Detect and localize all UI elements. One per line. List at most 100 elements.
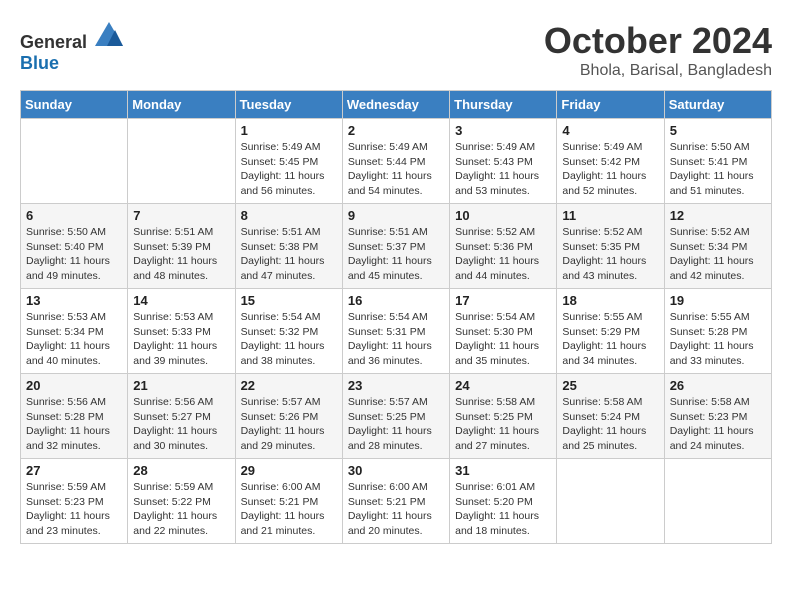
weekday-header-monday: Monday — [128, 91, 235, 119]
day-info: Sunrise: 5:56 AMSunset: 5:28 PMDaylight:… — [26, 395, 122, 454]
day-number: 6 — [26, 208, 122, 223]
calendar-cell: 5 Sunrise: 5:50 AMSunset: 5:41 PMDaylight… — [664, 119, 771, 204]
title-area: October 2024 Bhola, Barisal, Bangladesh — [544, 20, 772, 80]
calendar-cell: 19 Sunrise: 5:55 AMSunset: 5:28 PMDayligh… — [664, 289, 771, 374]
calendar-cell: 20 Sunrise: 5:56 AMSunset: 5:28 PMDayligh… — [21, 374, 128, 459]
day-number: 4 — [562, 123, 658, 138]
calendar-cell: 12 Sunrise: 5:52 AMSunset: 5:34 PMDayligh… — [664, 204, 771, 289]
day-number: 8 — [241, 208, 337, 223]
day-number: 27 — [26, 463, 122, 478]
calendar-week-1: 1 Sunrise: 5:49 AMSunset: 5:45 PMDaylight… — [21, 119, 772, 204]
day-number: 1 — [241, 123, 337, 138]
logo-icon — [95, 20, 123, 48]
page-header: General Blue October 2024 Bhola, Barisal… — [20, 20, 772, 80]
day-info: Sunrise: 5:58 AMSunset: 5:25 PMDaylight:… — [455, 395, 551, 454]
day-number: 16 — [348, 293, 444, 308]
calendar-cell: 26Sunrise: 5:58 AMSunset: 5:23 PMDayligh… — [664, 374, 771, 459]
weekday-header-thursday: Thursday — [450, 91, 557, 119]
weekday-header-sunday: Sunday — [21, 91, 128, 119]
day-number: 20 — [26, 378, 122, 393]
calendar-cell: 6 Sunrise: 5:50 AMSunset: 5:40 PMDaylight… — [21, 204, 128, 289]
day-info: Sunrise: 5:52 AMSunset: 5:35 PMDaylight:… — [562, 225, 658, 284]
calendar-week-5: 27 Sunrise: 5:59 AMSunset: 5:23 PMDayligh… — [21, 459, 772, 544]
day-info: Sunrise: 5:57 AMSunset: 5:25 PMDaylight:… — [348, 395, 444, 454]
day-info: Sunrise: 5:49 AMSunset: 5:42 PMDaylight:… — [562, 140, 658, 199]
calendar-week-2: 6 Sunrise: 5:50 AMSunset: 5:40 PMDaylight… — [21, 204, 772, 289]
day-info: Sunrise: 5:50 AMSunset: 5:40 PMDaylight:… — [26, 225, 122, 284]
day-info: Sunrise: 6:01 AMSunset: 5:20 PMDaylight:… — [455, 480, 551, 539]
weekday-header-tuesday: Tuesday — [235, 91, 342, 119]
day-number: 18 — [562, 293, 658, 308]
calendar-table: SundayMondayTuesdayWednesdayThursdayFrid… — [20, 90, 772, 544]
calendar-cell: 30Sunrise: 6:00 AMSunset: 5:21 PMDayligh… — [342, 459, 449, 544]
day-info: Sunrise: 5:54 AMSunset: 5:30 PMDaylight:… — [455, 310, 551, 369]
calendar-cell: 22 Sunrise: 5:57 AMSunset: 5:26 PMDayligh… — [235, 374, 342, 459]
day-info: Sunrise: 6:00 AMSunset: 5:21 PMDaylight:… — [241, 480, 337, 539]
day-info: Sunrise: 5:59 AMSunset: 5:22 PMDaylight:… — [133, 480, 229, 539]
day-number: 13 — [26, 293, 122, 308]
day-info: Sunrise: 5:56 AMSunset: 5:27 PMDaylight:… — [133, 395, 229, 454]
day-info: Sunrise: 5:58 AMSunset: 5:24 PMDaylight:… — [562, 395, 658, 454]
calendar-week-4: 20 Sunrise: 5:56 AMSunset: 5:28 PMDayligh… — [21, 374, 772, 459]
calendar-cell: 14Sunrise: 5:53 AMSunset: 5:33 PMDayligh… — [128, 289, 235, 374]
day-number: 19 — [670, 293, 766, 308]
calendar-cell: 18 Sunrise: 5:55 AMSunset: 5:29 PMDayligh… — [557, 289, 664, 374]
day-info: Sunrise: 5:53 AMSunset: 5:33 PMDaylight:… — [133, 310, 229, 369]
day-info: Sunrise: 5:58 AMSunset: 5:23 PMDaylight:… — [670, 395, 766, 454]
calendar-cell: 24 Sunrise: 5:58 AMSunset: 5:25 PMDayligh… — [450, 374, 557, 459]
calendar-cell: 8 Sunrise: 5:51 AMSunset: 5:38 PMDaylight… — [235, 204, 342, 289]
calendar-cell: 2 Sunrise: 5:49 AMSunset: 5:44 PMDaylight… — [342, 119, 449, 204]
calendar-cell: 15 Sunrise: 5:54 AMSunset: 5:32 PMDayligh… — [235, 289, 342, 374]
logo-text: General Blue — [20, 20, 123, 74]
day-number: 10 — [455, 208, 551, 223]
day-number: 25 — [562, 378, 658, 393]
weekday-header-saturday: Saturday — [664, 91, 771, 119]
calendar-cell: 31Sunrise: 6:01 AMSunset: 5:20 PMDayligh… — [450, 459, 557, 544]
logo-blue: Blue — [20, 53, 59, 73]
weekday-header-friday: Friday — [557, 91, 664, 119]
day-info: Sunrise: 5:55 AMSunset: 5:29 PMDaylight:… — [562, 310, 658, 369]
day-info: Sunrise: 5:50 AMSunset: 5:41 PMDaylight:… — [670, 140, 766, 199]
weekday-header-wednesday: Wednesday — [342, 91, 449, 119]
calendar-cell — [128, 119, 235, 204]
calendar-cell: 23Sunrise: 5:57 AMSunset: 5:25 PMDayligh… — [342, 374, 449, 459]
calendar-cell: 17Sunrise: 5:54 AMSunset: 5:30 PMDayligh… — [450, 289, 557, 374]
month-title: October 2024 — [544, 20, 772, 62]
calendar-cell: 9Sunrise: 5:51 AMSunset: 5:37 PMDaylight… — [342, 204, 449, 289]
calendar-cell: 21Sunrise: 5:56 AMSunset: 5:27 PMDayligh… — [128, 374, 235, 459]
day-info: Sunrise: 5:49 AMSunset: 5:45 PMDaylight:… — [241, 140, 337, 199]
day-number: 22 — [241, 378, 337, 393]
day-number: 12 — [670, 208, 766, 223]
day-info: Sunrise: 5:54 AMSunset: 5:32 PMDaylight:… — [241, 310, 337, 369]
calendar-cell: 11Sunrise: 5:52 AMSunset: 5:35 PMDayligh… — [557, 204, 664, 289]
calendar-week-3: 13 Sunrise: 5:53 AMSunset: 5:34 PMDayligh… — [21, 289, 772, 374]
calendar-cell — [664, 459, 771, 544]
day-number: 5 — [670, 123, 766, 138]
calendar-cell: 27 Sunrise: 5:59 AMSunset: 5:23 PMDayligh… — [21, 459, 128, 544]
calendar-cell — [21, 119, 128, 204]
day-info: Sunrise: 5:55 AMSunset: 5:28 PMDaylight:… — [670, 310, 766, 369]
calendar-cell: 29 Sunrise: 6:00 AMSunset: 5:21 PMDayligh… — [235, 459, 342, 544]
calendar-cell: 3Sunrise: 5:49 AMSunset: 5:43 PMDaylight… — [450, 119, 557, 204]
header-row: SundayMondayTuesdayWednesdayThursdayFrid… — [21, 91, 772, 119]
calendar-cell: 28Sunrise: 5:59 AMSunset: 5:22 PMDayligh… — [128, 459, 235, 544]
calendar-cell: 13 Sunrise: 5:53 AMSunset: 5:34 PMDayligh… — [21, 289, 128, 374]
day-number: 2 — [348, 123, 444, 138]
day-number: 15 — [241, 293, 337, 308]
day-info: Sunrise: 5:53 AMSunset: 5:34 PMDaylight:… — [26, 310, 122, 369]
location-subtitle: Bhola, Barisal, Bangladesh — [544, 62, 772, 80]
day-number: 7 — [133, 208, 229, 223]
day-number: 29 — [241, 463, 337, 478]
day-info: Sunrise: 5:49 AMSunset: 5:43 PMDaylight:… — [455, 140, 551, 199]
day-info: Sunrise: 5:57 AMSunset: 5:26 PMDaylight:… — [241, 395, 337, 454]
day-number: 9 — [348, 208, 444, 223]
day-info: Sunrise: 5:52 AMSunset: 5:34 PMDaylight:… — [670, 225, 766, 284]
calendar-cell: 25 Sunrise: 5:58 AMSunset: 5:24 PMDayligh… — [557, 374, 664, 459]
day-info: Sunrise: 5:51 AMSunset: 5:39 PMDaylight:… — [133, 225, 229, 284]
day-info: Sunrise: 5:59 AMSunset: 5:23 PMDaylight:… — [26, 480, 122, 539]
day-info: Sunrise: 5:49 AMSunset: 5:44 PMDaylight:… — [348, 140, 444, 199]
calendar-cell — [557, 459, 664, 544]
day-info: Sunrise: 5:51 AMSunset: 5:38 PMDaylight:… — [241, 225, 337, 284]
day-number: 24 — [455, 378, 551, 393]
day-number: 30 — [348, 463, 444, 478]
